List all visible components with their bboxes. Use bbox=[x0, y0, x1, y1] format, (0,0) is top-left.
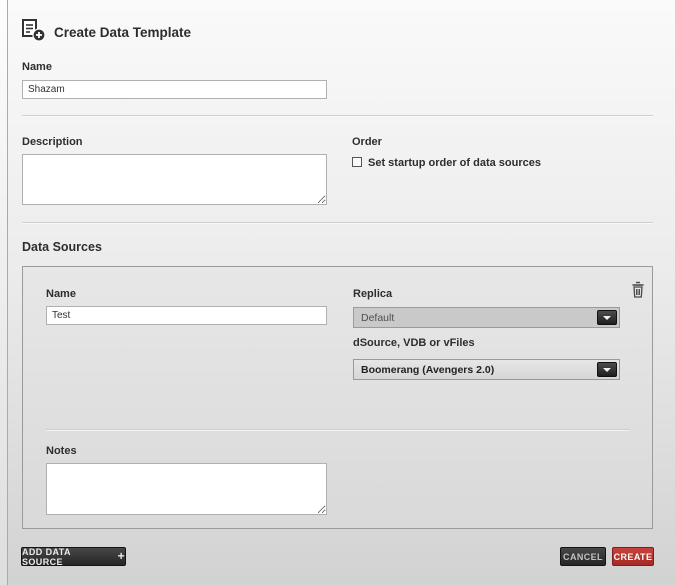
dialog-header: Create Data Template bbox=[20, 18, 191, 47]
plus-icon: + bbox=[118, 549, 125, 563]
data-sources-heading: Data Sources bbox=[22, 240, 102, 254]
order-label: Order bbox=[352, 136, 382, 148]
notes-label: Notes bbox=[46, 445, 77, 457]
divider-2 bbox=[22, 222, 653, 223]
name-label: Name bbox=[22, 61, 52, 73]
cancel-button-label: CANCEL bbox=[563, 552, 603, 562]
card-divider bbox=[46, 429, 630, 430]
cancel-button[interactable]: CANCEL bbox=[560, 547, 606, 566]
create-button-label: CREATE bbox=[614, 552, 653, 562]
description-label: Description bbox=[22, 136, 83, 148]
trash-icon[interactable] bbox=[631, 281, 645, 298]
source-name-label: Name bbox=[46, 288, 76, 300]
create-button[interactable]: CREATE bbox=[612, 547, 654, 566]
dsource-select[interactable]: Boomerang (Avengers 2.0) bbox=[353, 359, 620, 380]
chevron-down-icon bbox=[603, 368, 611, 372]
replica-label: Replica bbox=[353, 288, 392, 300]
startup-order-checkbox-label[interactable]: Set startup order of data sources bbox=[368, 157, 541, 169]
chevron-down-icon bbox=[603, 316, 611, 320]
page-title: Create Data Template bbox=[54, 25, 191, 40]
dsource-label: dSource, VDB or vFiles bbox=[353, 337, 475, 349]
notes-textarea[interactable] bbox=[46, 463, 327, 515]
add-data-source-button[interactable]: ADD DATA SOURCE + bbox=[21, 547, 126, 566]
panel-left-edge bbox=[0, 0, 8, 585]
dsource-dropdown-button[interactable] bbox=[597, 362, 617, 377]
replica-select[interactable]: Default bbox=[353, 307, 620, 328]
source-name-input[interactable] bbox=[46, 306, 327, 325]
dsource-selected-value: Boomerang (Avengers 2.0) bbox=[361, 360, 494, 380]
template-name-input[interactable] bbox=[22, 80, 327, 99]
data-source-card: Name Replica Default dSource, VDB or vFi… bbox=[22, 266, 653, 529]
description-textarea[interactable] bbox=[22, 154, 327, 205]
divider-1 bbox=[22, 115, 653, 116]
replica-selected-value: Default bbox=[361, 308, 394, 328]
startup-order-checkbox[interactable] bbox=[352, 157, 362, 167]
replica-dropdown-button[interactable] bbox=[597, 310, 617, 325]
document-plus-icon bbox=[20, 18, 46, 47]
add-data-source-label: ADD DATA SOURCE bbox=[22, 547, 112, 567]
